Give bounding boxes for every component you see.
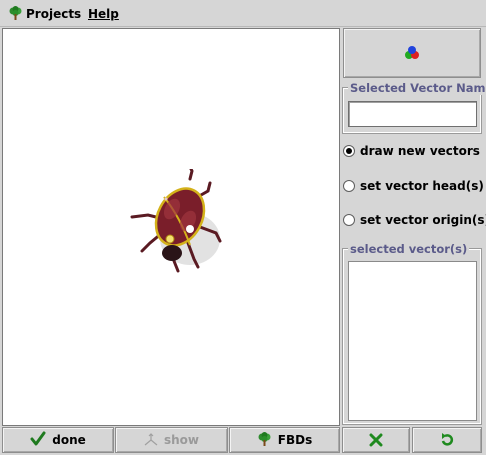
show-button[interactable]: show	[115, 427, 228, 453]
selected-vector-name-group: Selected Vector Name	[343, 81, 486, 133]
radio-button[interactable]	[343, 214, 355, 226]
color-button[interactable]	[343, 28, 481, 78]
fbds-button-label: FBDs	[277, 433, 313, 447]
menu-help-label: Help	[88, 7, 119, 21]
done-button-label: done	[52, 433, 86, 447]
undo-icon	[441, 433, 454, 446]
vector-arrows-icon	[144, 433, 158, 446]
checkmark-icon	[30, 431, 46, 446]
radio-draw-new-vectors[interactable]: draw new vectors	[343, 142, 480, 160]
tree-icon	[258, 432, 271, 446]
selected-vector-name-title: Selected Vector Name	[348, 81, 486, 95]
fbds-button[interactable]: FBDs	[229, 427, 340, 453]
rgb-dots-icon	[405, 46, 419, 59]
menu-projects[interactable]: Projects	[8, 6, 81, 23]
selected-vectors-group: selected vector(s)	[343, 242, 481, 424]
reset-button[interactable]	[412, 427, 482, 453]
radio-button-checked[interactable]	[343, 145, 355, 157]
beetle-image	[130, 169, 222, 273]
selected-vectors-title: selected vector(s)	[348, 242, 470, 256]
x-icon	[369, 433, 383, 447]
cancel-button[interactable]	[342, 427, 410, 453]
vector-name-input[interactable]	[348, 101, 477, 127]
tree-icon	[8, 6, 23, 26]
vector-panel: Selected Vector Name draw new vectors se…	[341, 28, 486, 426]
radio-set-vector-head[interactable]: set vector head(s)	[343, 177, 484, 195]
radio-set-vector-origin[interactable]: set vector origin(s)	[343, 211, 486, 229]
radio-set-vector-origin-label: set vector origin(s)	[360, 213, 486, 227]
radio-set-vector-head-label: set vector head(s)	[360, 179, 484, 193]
show-button-label: show	[163, 433, 199, 447]
drawing-canvas[interactable]	[2, 28, 340, 426]
radio-button[interactable]	[343, 180, 355, 192]
menu-bar: Projects Help	[0, 0, 486, 27]
radio-draw-new-vectors-label: draw new vectors	[360, 144, 480, 158]
menu-projects-label: Projects	[26, 7, 82, 21]
menu-help[interactable]: Help	[88, 6, 119, 23]
selected-vectors-list[interactable]	[348, 261, 477, 421]
done-button[interactable]: done	[2, 427, 114, 453]
